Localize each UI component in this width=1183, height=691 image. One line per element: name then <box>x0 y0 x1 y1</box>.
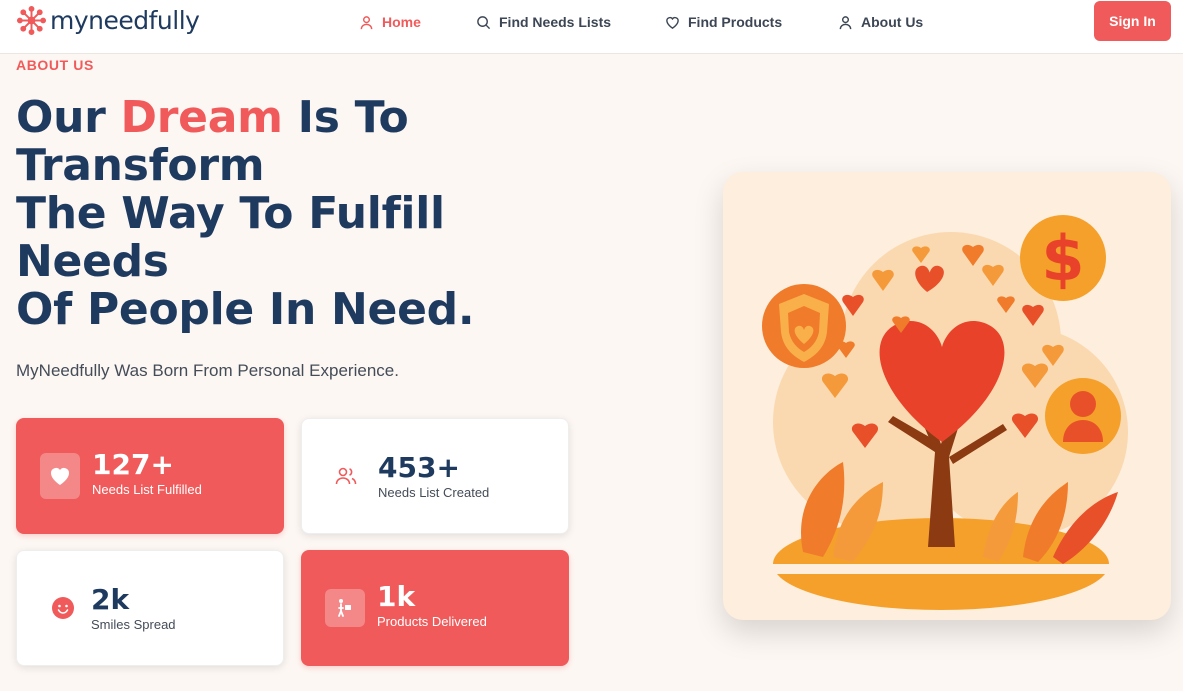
stat-value: 1k <box>377 579 416 613</box>
brand-name: myneedfully <box>50 6 200 35</box>
search-icon <box>477 15 491 29</box>
users-icon <box>335 467 357 485</box>
brand-logo[interactable]: myneedfully <box>16 5 200 36</box>
stat-icon-box <box>326 453 366 499</box>
stat-label: Needs List Fulfilled <box>92 481 202 497</box>
stat-icon-box <box>47 585 79 631</box>
heart-icon <box>51 468 69 485</box>
nav-home[interactable]: Home <box>359 12 421 32</box>
nav-home-label: Home <box>382 14 421 30</box>
stat-value: 2k <box>91 582 130 616</box>
user-icon <box>839 15 852 29</box>
stat-card-products-delivered: 1k Products Delivered <box>301 550 569 666</box>
svg-text:$: $ <box>1041 222 1084 295</box>
heart-tree-illustration: $ <box>723 172 1171 620</box>
stat-icon-box <box>325 589 365 627</box>
stat-label: Needs List Created <box>378 484 490 500</box>
headline-line2: Transform <box>16 140 265 191</box>
stat-card-needs-fulfilled: 127+ Needs List Fulfilled <box>16 418 284 534</box>
stat-card-smiles-spread: 2k Smiles Spread <box>16 550 284 666</box>
stat-value: 453+ <box>378 450 460 484</box>
stat-card-needs-created: 453+ Needs List Created <box>301 418 569 534</box>
heart-tree-icon: $ <box>762 215 1128 610</box>
page-title: Our Dream Is To Transform The Way To Ful… <box>16 94 576 334</box>
logo-icon <box>16 5 47 36</box>
headline-line4: Needs <box>16 236 169 287</box>
nav-find-products-label: Find Products <box>688 14 783 30</box>
nav-about-us[interactable]: About Us <box>838 12 923 32</box>
delivery-icon <box>338 599 351 617</box>
sign-in-button[interactable]: Sign In <box>1094 1 1171 41</box>
stat-label: Smiles Spread <box>91 616 176 632</box>
user-icon <box>360 15 373 29</box>
stat-icon-box <box>40 453 80 499</box>
top-navbar: myneedfully Home Find Needs Lists Find P… <box>0 0 1183 54</box>
nav-find-needs-lists-label: Find Needs Lists <box>499 14 612 30</box>
heart-icon <box>666 16 679 29</box>
nav-find-needs-lists[interactable]: Find Needs Lists <box>476 12 611 32</box>
headline-line1-post: Is To <box>282 92 409 143</box>
hero-subtitle: MyNeedfully Was Born From Personal Exper… <box>16 361 399 380</box>
smile-icon <box>52 597 74 619</box>
stat-label: Products Delivered <box>377 613 487 629</box>
nav-about-us-label: About Us <box>861 14 924 30</box>
headline-pre: Our <box>16 92 121 143</box>
nav-find-products[interactable]: Find Products <box>665 12 782 32</box>
section-eyebrow: ABOUT US <box>16 57 94 73</box>
stat-value: 127+ <box>92 447 174 481</box>
headline-accent: Dream <box>120 92 283 143</box>
headline-line5: Of People In Need. <box>16 284 475 335</box>
headline-line3: The Way To Fulfill <box>16 188 445 239</box>
